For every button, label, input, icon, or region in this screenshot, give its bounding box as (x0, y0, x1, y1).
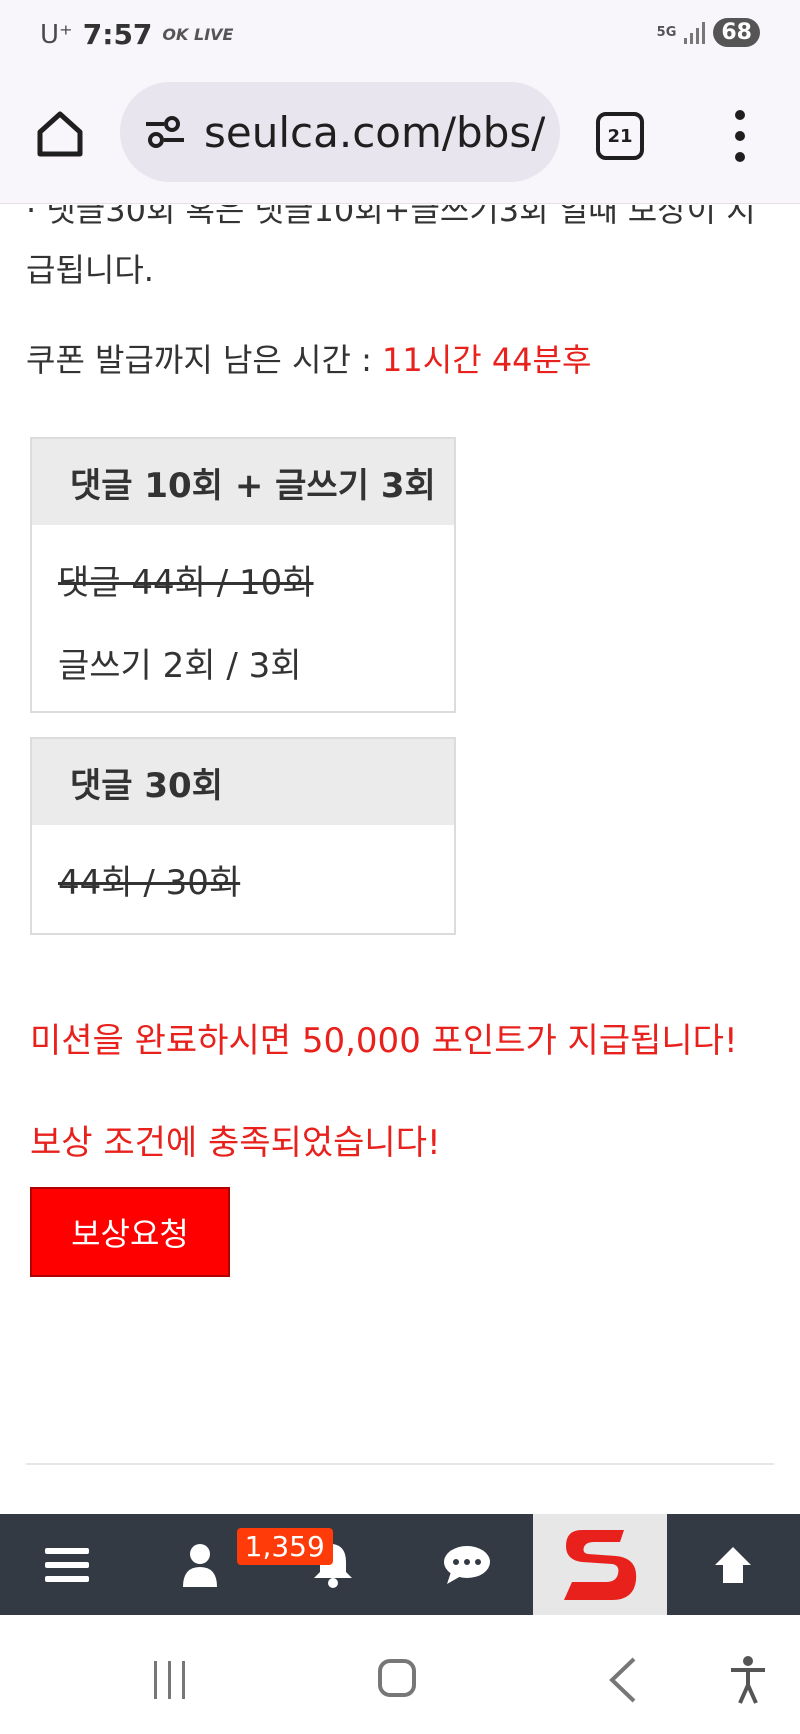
mission-box-comment: 댓글 30회 44회 / 30회 (30, 737, 456, 935)
reward-request-button[interactable]: 보상요청 (30, 1187, 230, 1277)
coupon-timer: 쿠폰 발급까지 남은 시간 : 11시간 44분후 (26, 335, 591, 381)
divider (26, 1463, 774, 1465)
status-right: 5G 68 (657, 18, 760, 47)
system-home-icon[interactable] (378, 1659, 416, 1697)
site-logo (563, 1529, 637, 1600)
overflow-menu-icon[interactable] (726, 110, 754, 162)
url-text[interactable]: seulca.com/bbs/ (204, 108, 545, 157)
bottom-nav: 1,359 (0, 1514, 800, 1615)
recents-icon[interactable] (154, 1661, 185, 1699)
browser-toolbar: seulca.com/bbs/ 21 (0, 74, 800, 204)
arrow-up-icon (715, 1546, 752, 1583)
condition-text-continued: 급됩니다. (26, 251, 154, 289)
network-5g-icon: 5G (656, 25, 677, 40)
address-bar[interactable]: seulca.com/bbs/ (120, 82, 560, 182)
eligible-notice: 보상 조건에 충족되었습니다! (30, 1123, 441, 1163)
home-icon[interactable] (34, 108, 86, 160)
clock: 7:57 (82, 18, 153, 51)
site-settings-icon[interactable] (144, 115, 186, 149)
notification-count-badge: 1,359 (236, 1528, 333, 1565)
nav-menu-button[interactable] (0, 1514, 133, 1615)
points-notice: 미션을 완료하시면 50,000 포인트가 지급됩니다! (30, 1021, 738, 1061)
live-badge: LIVE (194, 25, 234, 44)
user-icon (182, 1543, 217, 1587)
accessibility-icon[interactable] (728, 1655, 768, 1705)
status-left: U⁺ 7:57 OK LIVE (40, 18, 233, 51)
menu-icon (44, 1547, 89, 1582)
mission-title: 댓글 10회 + 글쓰기 3회 (32, 439, 454, 525)
back-icon[interactable] (606, 1655, 640, 1705)
nav-chat-button[interactable] (400, 1514, 533, 1615)
nav-scroll-top-button[interactable] (667, 1514, 800, 1615)
mission-title: 댓글 30회 (32, 739, 454, 825)
mission-box-comment-write: 댓글 10회 + 글쓰기 3회 댓글 44회 / 10회 글쓰기 2회 / 3회 (30, 437, 456, 713)
system-nav-bar (0, 1615, 800, 1734)
carrier-label: U⁺ (40, 19, 73, 50)
signal-icon (684, 21, 706, 44)
ok-live-badge: OK LIVE (162, 25, 233, 44)
nav-notification-button[interactable]: 1,359 (236, 1514, 400, 1615)
mission-comment-progress: 44회 / 30회 (58, 863, 241, 903)
nav-logo-button[interactable] (533, 1514, 667, 1615)
ok-badge: OK (162, 25, 189, 44)
timer-value: 11시간 44분후 (382, 341, 592, 379)
timer-label: 쿠폰 발급까지 남은 시간 : (26, 341, 383, 379)
tab-switcher-button[interactable]: 21 (596, 112, 644, 160)
status-bar: U⁺ 7:57 OK LIVE 5G 68 (0, 0, 800, 74)
mission-comment-progress: 댓글 44회 / 10회 (58, 563, 314, 603)
battery-indicator: 68 (713, 18, 760, 47)
chat-icon (443, 1545, 490, 1584)
mission-write-progress: 글쓰기 2회 / 3회 (58, 646, 302, 686)
